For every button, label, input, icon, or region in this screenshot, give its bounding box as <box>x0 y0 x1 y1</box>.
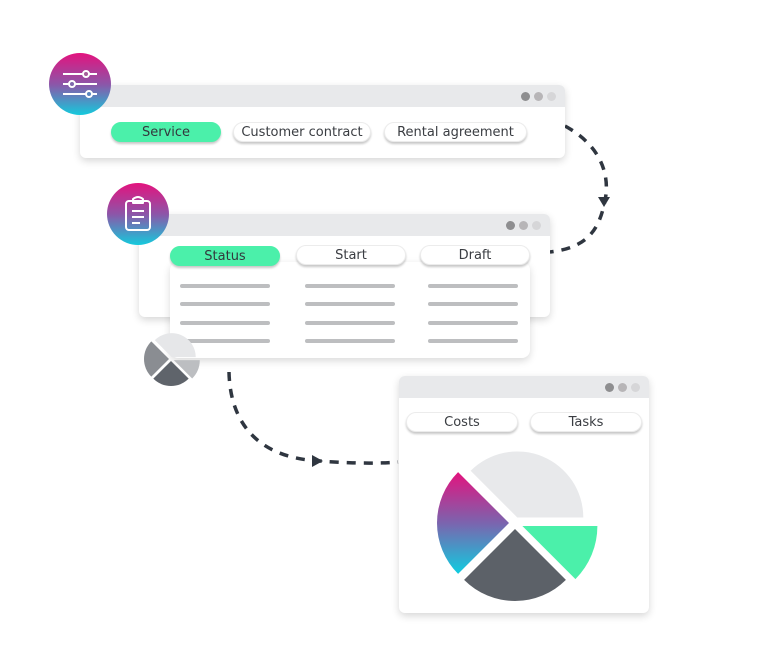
placeholder-line <box>305 302 395 306</box>
window-title-bar <box>80 85 565 107</box>
arrowhead-down-icon <box>598 197 610 207</box>
window-title-bar <box>139 214 550 236</box>
tab-status[interactable]: Status <box>170 246 280 266</box>
window-controls <box>605 383 640 392</box>
window-controls <box>521 92 556 101</box>
placeholder-line <box>428 284 518 288</box>
placeholder-line <box>305 321 395 325</box>
window-dot-icon[interactable] <box>618 383 627 392</box>
placeholder-line <box>180 284 270 288</box>
window-dot-icon[interactable] <box>605 383 614 392</box>
placeholder-line <box>305 339 395 343</box>
window-dot-icon[interactable] <box>519 221 528 230</box>
tab-draft[interactable]: Draft <box>420 245 530 265</box>
report-window: Costs Tasks <box>399 376 649 613</box>
window-dot-icon[interactable] <box>521 92 530 101</box>
sliders-icon-badge <box>49 53 111 115</box>
tab-rental-agreement[interactable]: Rental agreement <box>384 122 527 142</box>
window-dot-icon[interactable] <box>631 383 640 392</box>
placeholder-line <box>428 339 518 343</box>
filter-window: Service Customer contract Rental agreeme… <box>80 85 565 158</box>
placeholder-line <box>428 321 518 325</box>
window-controls <box>506 221 541 230</box>
tab-start[interactable]: Start <box>296 245 406 265</box>
placeholder-line <box>305 284 395 288</box>
placeholder-line <box>180 302 270 306</box>
window-title-bar <box>399 376 649 398</box>
window-dot-icon[interactable] <box>532 221 541 230</box>
tab-service[interactable]: Service <box>111 122 221 142</box>
clipboard-icon <box>125 196 151 231</box>
sliders-icon <box>63 70 97 98</box>
tab-customer-contract[interactable]: Customer contract <box>233 122 371 142</box>
tab-tasks[interactable]: Tasks <box>530 412 642 432</box>
window-dot-icon[interactable] <box>534 92 543 101</box>
arrow-window2-to-window3 <box>227 371 399 465</box>
arrowhead-right-icon <box>312 455 323 467</box>
pie-chart-icon <box>144 333 200 386</box>
window-dot-icon[interactable] <box>506 221 515 230</box>
tab-costs[interactable]: Costs <box>406 412 518 432</box>
placeholder-line <box>428 302 518 306</box>
clipboard-icon-badge <box>107 183 169 245</box>
window-dot-icon[interactable] <box>547 92 556 101</box>
status-table-card <box>170 262 530 358</box>
